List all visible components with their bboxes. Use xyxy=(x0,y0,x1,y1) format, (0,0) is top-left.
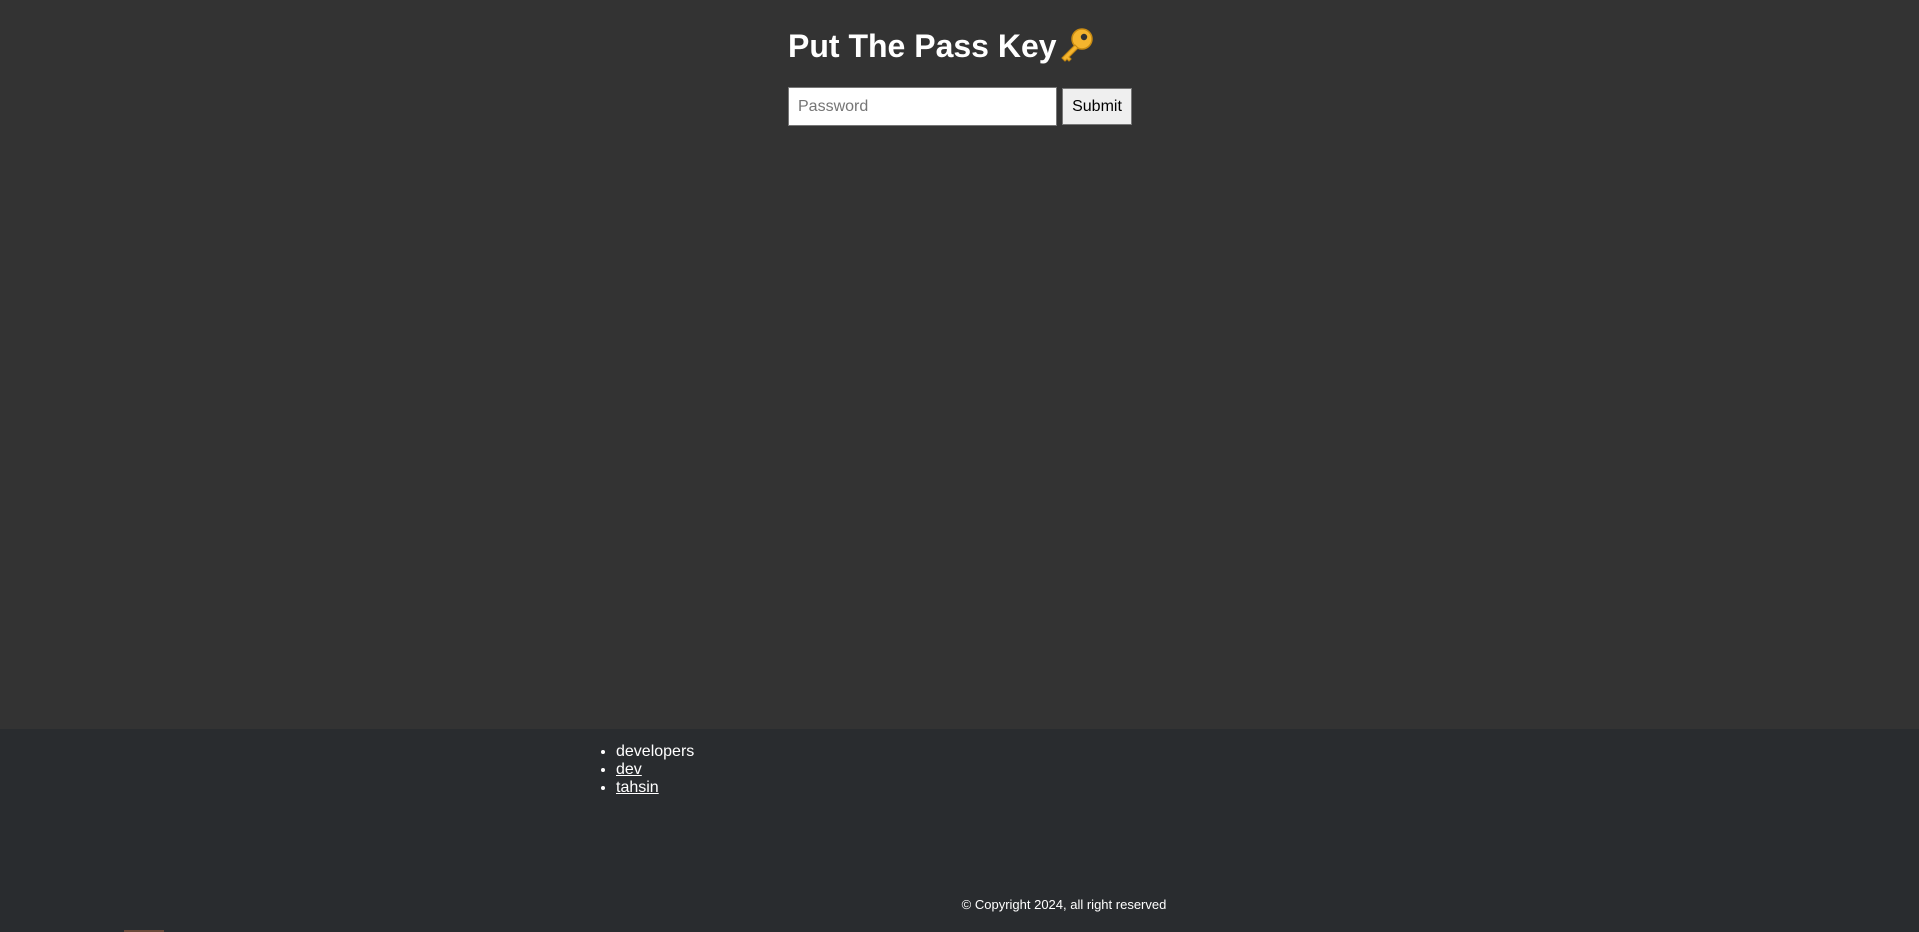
main-section: Put The Pass Key Submit xyxy=(0,0,1919,729)
page-title: Put The Pass Key xyxy=(788,26,1097,66)
footer: developers dev tahsin © Copyright 2024, … xyxy=(0,729,1919,932)
copyright-container: © Copyright 2024, all right reserved xyxy=(0,729,1919,932)
submit-button[interactable]: Submit xyxy=(1062,88,1132,125)
copyright-text: © Copyright 2024, all right reserved xyxy=(961,897,1167,912)
key-icon xyxy=(1057,26,1097,66)
password-input[interactable] xyxy=(788,87,1057,126)
page-title-text: Put The Pass Key xyxy=(788,28,1057,64)
page: Put The Pass Key Submit developers dev t… xyxy=(0,0,1919,932)
